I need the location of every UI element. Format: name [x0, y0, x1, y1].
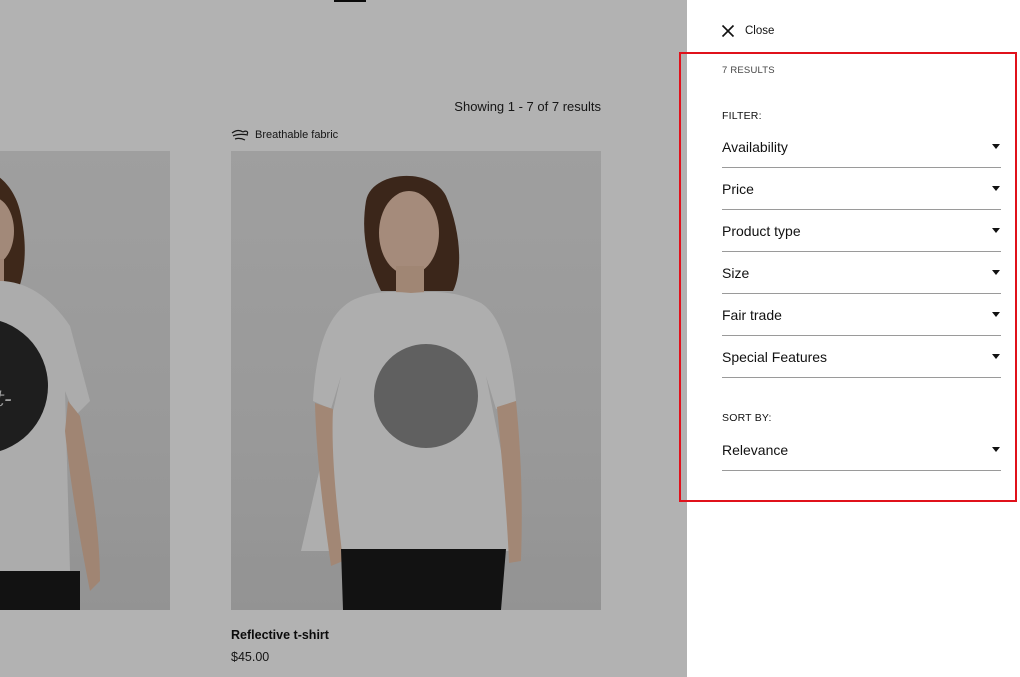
filter-product-type[interactable]: Product type	[722, 210, 1001, 252]
caret-down-icon	[992, 186, 1000, 191]
close-icon	[721, 24, 735, 38]
filter-heading: FILTER:	[722, 110, 762, 122]
page: Showing 1 - 7 of 7 results uis Pirat- ay	[0, 0, 1020, 677]
filter-fair-trade[interactable]: Fair trade	[722, 294, 1001, 336]
product-grid: Showing 1 - 7 of 7 results uis Pirat- ay	[0, 0, 687, 677]
caret-down-icon	[992, 312, 1000, 317]
filter-special-features[interactable]: Special Features	[722, 336, 1001, 378]
close-button[interactable]: Close	[721, 24, 774, 38]
filter-label: Special Features	[722, 348, 828, 365]
results-count: 7 RESULTS	[722, 65, 775, 76]
caret-down-icon	[992, 144, 1000, 149]
sort-value: Relevance	[722, 441, 789, 458]
caret-down-icon	[992, 354, 1000, 359]
sort-heading: SORT BY:	[722, 412, 772, 424]
caret-down-icon	[992, 270, 1000, 275]
filter-label: Product type	[722, 222, 801, 239]
filter-label: Price	[722, 180, 754, 197]
filter-label: Size	[722, 264, 750, 281]
backdrop-overlay[interactable]	[0, 0, 687, 677]
caret-down-icon	[992, 447, 1000, 452]
filter-size[interactable]: Size	[722, 252, 1001, 294]
filter-list: Availability Price Product type Size Fai…	[722, 126, 1001, 378]
filter-price[interactable]: Price	[722, 168, 1001, 210]
close-label: Close	[745, 25, 775, 37]
sort-select[interactable]: Relevance	[722, 429, 1001, 471]
caret-down-icon	[992, 228, 1000, 233]
filter-label: Fair trade	[722, 306, 782, 323]
filter-availability[interactable]: Availability	[722, 126, 1001, 168]
filter-label: Availability	[722, 138, 788, 155]
